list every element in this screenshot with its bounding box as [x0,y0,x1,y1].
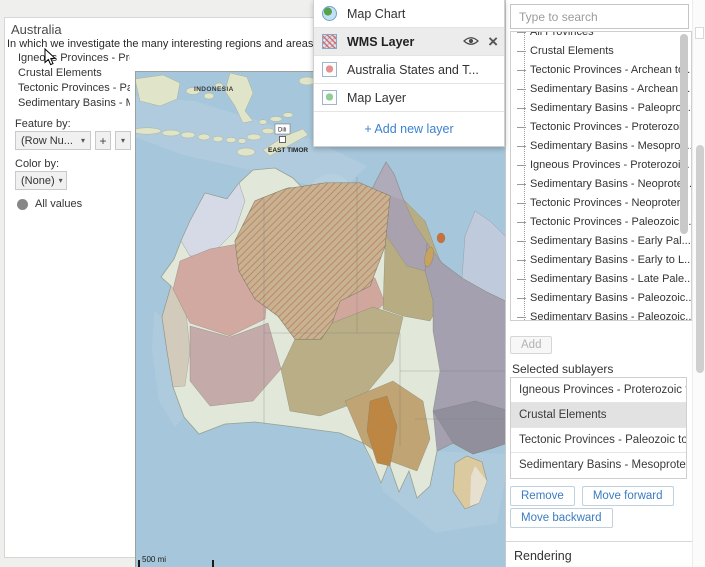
tree-item[interactable]: Sedimentary Basins - Paleozoic... [511,308,691,321]
tree-item[interactable]: Tectonic Provinces - Proterozoic [511,118,691,137]
tree-item[interactable]: Sedimentary Basins - Paleozoic... [511,289,691,308]
tree-scrollbar-thumb[interactable] [680,34,688,234]
tree-connector [517,241,526,242]
legend-item[interactable]: Tectonic Provinces - Paleoz [18,81,130,96]
layers-popup: Map Chart × WMS Layer [313,0,505,147]
tree-item[interactable]: Sedimentary Basins - Early Pal... [511,232,691,251]
color-by-value: (None) [21,175,55,187]
page-title: Australia [11,22,62,37]
scale-text: 500 mi [142,555,166,564]
tree-item[interactable]: Sedimentary Basins - Late Pale... [511,270,691,289]
tree-item[interactable]: Tectonic Provinces - Paleozoic t... [511,213,691,232]
tree-item[interactable]: Sedimentary Basins - Mesoprot... [511,137,691,156]
move-backward-button[interactable]: Move backward [510,508,613,528]
add-new-layer-button[interactable]: + Add new layer [314,112,504,145]
legend-item[interactable]: Sedimentary Basins - Meso [18,96,130,111]
selected-sublayer-item[interactable]: Igneous Provinces - Proterozoic t... [511,378,686,403]
indonesia-label: INDONESIA [194,86,234,93]
east-timor-label: EAST TIMOR [268,147,308,154]
tree-connector [517,70,526,71]
add-column-button[interactable]: + [95,131,111,150]
legend-item[interactable]: Igneous Provinces - Protero [18,51,130,66]
selected-sublayer-item[interactable]: Tectonic Provinces - Paleozoic to... [511,428,686,453]
chevron-down-icon: ▾ [59,176,63,185]
tree-connector [517,317,526,318]
tree-connector [517,184,526,185]
layer-label: WMS Layer [347,35,463,49]
tree-connector [517,32,526,33]
visibility-eye-icon[interactable] [463,35,479,49]
scrollbar-thumb[interactable] [696,145,704,373]
all-values-legend[interactable]: All values [17,198,82,210]
tree-item[interactable]: Sedimentary Basins - Neoprote... [511,175,691,194]
color-by-dropdown[interactable]: (None) ▾ [15,171,67,190]
tree-item[interactable]: Tectonic Provinces - Neoproter... [511,194,691,213]
wms-layer-icon [322,34,337,49]
map-legend: Igneous Provinces - ProteroCrustal Eleme… [18,51,130,111]
layer-row[interactable]: Map Layer × [314,84,504,112]
map-red-icon [322,62,337,77]
tree-connector [517,146,526,147]
chevron-down-icon: ▾ [121,136,125,145]
mouse-cursor [44,48,56,66]
tree-connector [517,108,526,109]
layer-list: Map Chart × WMS Layer [314,0,504,112]
dili-label: Dili [278,128,286,134]
remove-button[interactable]: Remove [510,486,575,506]
layer-label: Map Layer [347,91,498,105]
layer-row[interactable]: Australia States and T... × [314,56,504,84]
chevron-down-icon: ▾ [81,136,85,145]
remove-layer-icon[interactable]: × [488,33,498,50]
layer-row[interactable]: Map Chart × [314,0,504,28]
feature-by-label: Feature by: [15,118,71,130]
layer-label: Australia States and T... [347,63,498,77]
tree-item[interactable]: Tectonic Provinces - Archean to... [511,61,691,80]
layer-label: Map Chart [347,7,498,21]
color-swatch [17,199,28,210]
selected-sublayer-item[interactable]: Sedimentary Basins - Mesoprote... [511,453,686,478]
tree-connector [517,260,526,261]
tree-connector [517,89,526,90]
properties-panel: All Provinces Crustal Elements Tectonic … [505,0,705,567]
tree-item[interactable]: Sedimentary Basins - Archean t... [511,80,691,99]
tree-connector [517,203,526,204]
all-values-label: All values [35,198,82,210]
feature-by-dropdown[interactable]: (Row Nu... ▾ [15,131,91,150]
tree-item[interactable]: Crustal Elements [511,42,691,61]
add-sublayer-button[interactable]: Add [510,336,552,354]
tree-connector [517,279,526,280]
tree-connector [517,127,526,128]
map-green-icon [322,90,337,105]
tree-item[interactable]: All Provinces [511,31,691,42]
dili-marker [280,137,286,143]
feature-by-value: (Row Nu... [21,135,73,147]
move-forward-button[interactable]: Move forward [582,486,674,506]
selected-sublayer-item[interactable]: Crustal Elements [511,403,686,428]
scrollbar-button[interactable] [695,27,704,39]
tree-item[interactable]: Sedimentary Basins - Early to L... [511,251,691,270]
selected-sublayers-list: Igneous Provinces - Proterozoic t... Cru… [510,377,687,479]
legend-item[interactable]: Crustal Elements [18,66,130,81]
sublayer-search-input[interactable] [510,4,689,29]
tree-item[interactable]: Sedimentary Basins - Paleoprot... [511,99,691,118]
color-by-label: Color by: [15,158,59,170]
tree-connector [517,298,526,299]
sublayer-tree[interactable]: All Provinces Crustal Elements Tectonic … [510,31,692,321]
tree-connector [517,165,526,166]
column-options-button[interactable]: ▾ [115,131,131,150]
tree-connector [517,51,526,52]
rendering-section-label: Rendering [514,549,572,563]
app-window: Australia In which we investigate the ma… [0,0,705,567]
layer-row[interactable]: WMS Layer × [314,28,504,56]
tree-item[interactable]: Igneous Provinces - Proterozoi... [511,156,691,175]
section-divider [506,541,705,542]
selected-sublayers-label: Selected sublayers [512,362,613,376]
panel-scrollbar[interactable] [692,0,705,567]
globe-icon [322,6,337,21]
tree-connector [517,222,526,223]
